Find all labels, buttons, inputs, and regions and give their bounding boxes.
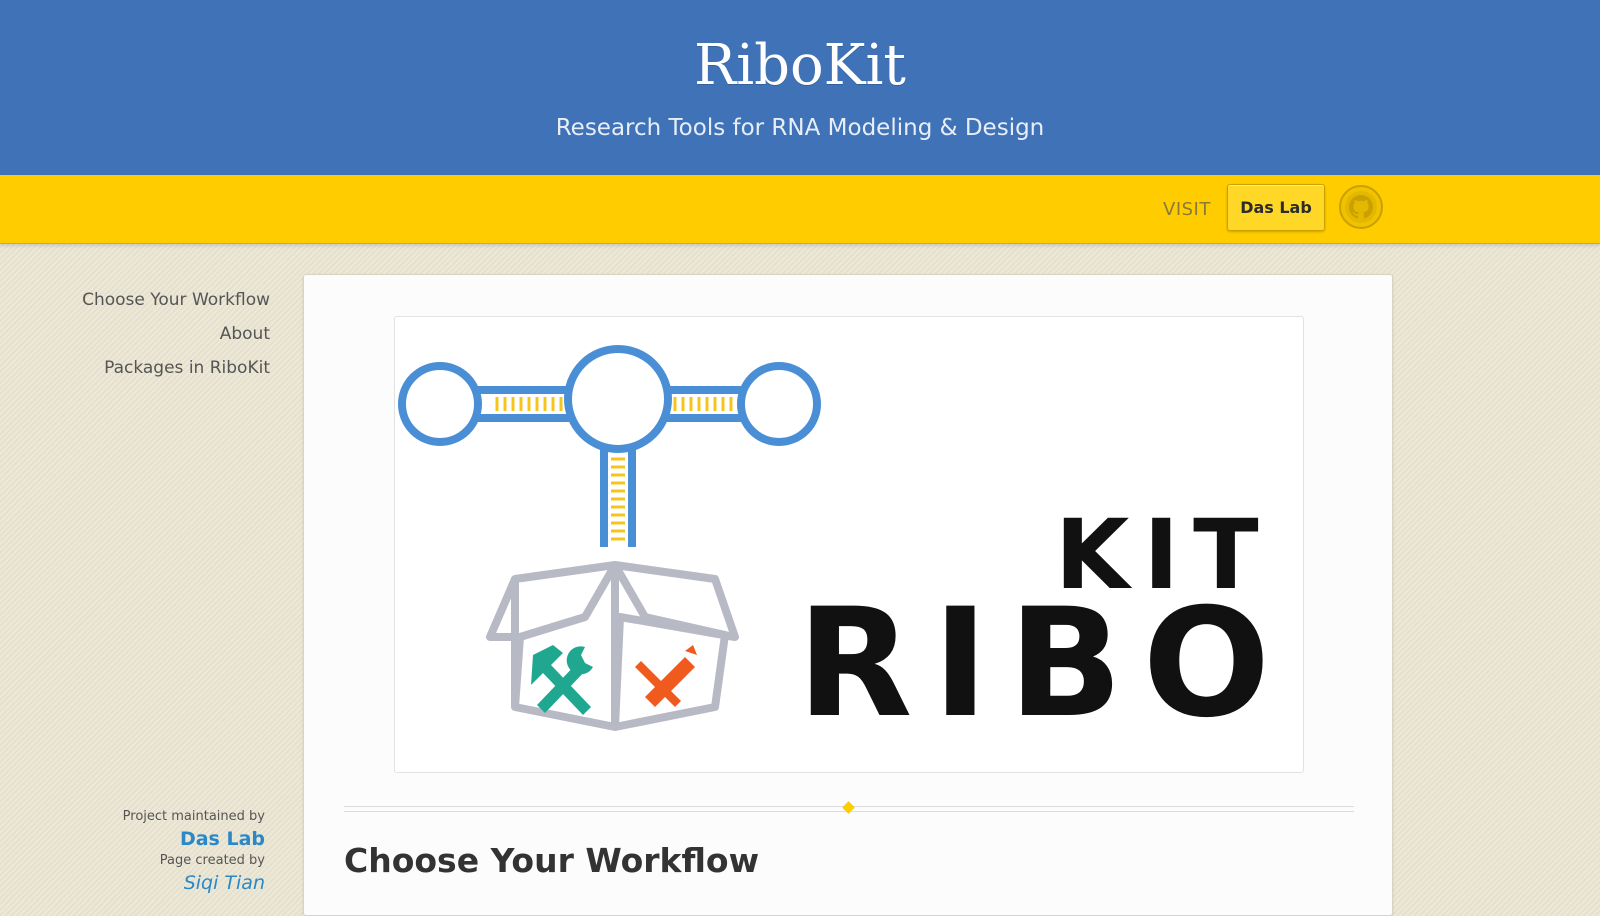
sidebar-item-about[interactable]: About	[60, 317, 270, 351]
sidebar-item-choose-your-workflow[interactable]: Choose Your Workflow	[60, 283, 270, 317]
yellow-banner: VISIT Das Lab	[0, 175, 1600, 244]
site-title[interactable]: RiboKit	[0, 38, 1600, 94]
creator-link[interactable]: Siqi Tian	[60, 870, 265, 896]
site-tagline: Research Tools for RNA Modeling & Design	[555, 115, 1045, 141]
ribokit-logo: KIT RIBO	[394, 316, 1304, 773]
visit-label: VISIT	[1163, 199, 1211, 220]
maintained-label: Project maintained by	[122, 809, 265, 824]
wrench-hammer-icon	[531, 645, 593, 715]
page-heading: Choose Your Workflow	[344, 841, 760, 880]
credits: Project maintained by Das Lab Page creat…	[60, 808, 265, 896]
ruler-pencil-icon	[635, 645, 697, 707]
logo-word-ribo: RIBO	[797, 577, 1291, 751]
github-icon[interactable]	[1338, 184, 1384, 230]
sidebar-item-packages[interactable]: Packages in RiboKit	[60, 351, 270, 385]
site-header: RiboKit Research Tools for RNA Modeling …	[0, 0, 1600, 175]
created-label: Page created by	[159, 853, 265, 868]
main-content: KIT RIBO Choose Your Workflow	[303, 274, 1393, 916]
das-lab-button[interactable]: Das Lab	[1227, 184, 1325, 231]
maintainer-link[interactable]: Das Lab	[60, 826, 265, 852]
sidebar-nav: Choose Your Workflow About Packages in R…	[60, 283, 270, 385]
